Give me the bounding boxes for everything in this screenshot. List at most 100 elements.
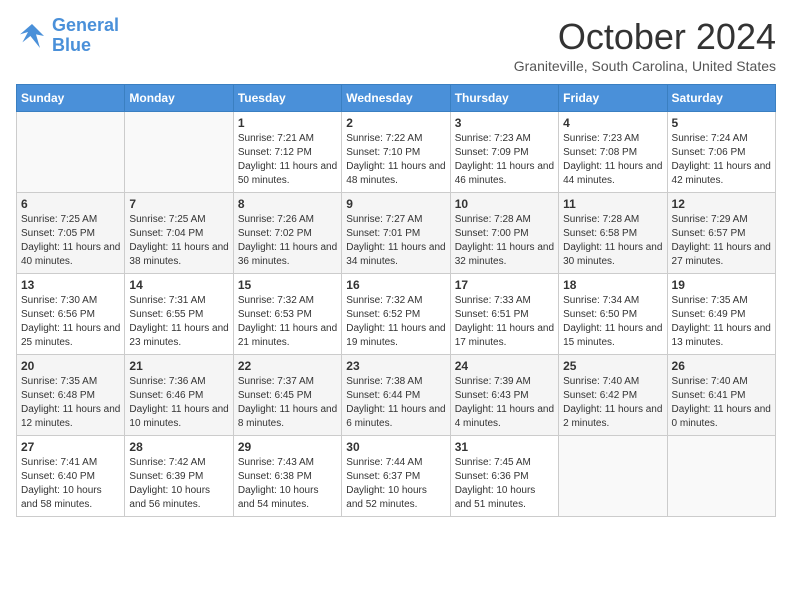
calendar-cell: 4 Sunrise: 7:23 AM Sunset: 7:08 PM Daylig… [559,112,667,193]
calendar-week-row: 20 Sunrise: 7:35 AM Sunset: 6:48 PM Dayli… [17,355,776,436]
cell-content: Sunrise: 7:27 AM Sunset: 7:01 PM Dayligh… [346,213,445,269]
day-number: 25 [563,359,662,373]
day-of-week-header: Wednesday [342,85,450,112]
calendar-cell: 31Sunrise: 7:45 AM Sunset: 6:36 PM Dayli… [450,436,558,517]
calendar-cell: 24 Sunrise: 7:39 AM Sunset: 6:43 PM Dayli… [450,355,558,436]
cell-content: Sunrise: 7:34 AM Sunset: 6:50 PM Dayligh… [563,294,662,350]
day-number: 8 [238,197,337,211]
cell-content: Sunrise: 7:42 AM Sunset: 6:39 PM Dayligh… [129,456,228,512]
day-number: 9 [346,197,445,211]
calendar-cell: 17 Sunrise: 7:33 AM Sunset: 6:51 PM Dayli… [450,274,558,355]
cell-content: Sunrise: 7:45 AM Sunset: 6:36 PM Dayligh… [455,456,554,512]
cell-content: Sunrise: 7:21 AM Sunset: 7:12 PM Dayligh… [238,132,337,188]
day-number: 1 [238,116,337,130]
month-title: October 2024 [514,16,776,58]
cell-content: Sunrise: 7:36 AM Sunset: 6:46 PM Dayligh… [129,375,228,431]
calendar-cell: 30 Sunrise: 7:44 AM Sunset: 6:37 PM Dayli… [342,436,450,517]
calendar-cell [667,436,775,517]
cell-content: Sunrise: 7:23 AM Sunset: 7:09 PM Dayligh… [455,132,554,188]
calendar-cell: 20 Sunrise: 7:35 AM Sunset: 6:48 PM Dayli… [17,355,125,436]
day-number: 28 [129,440,228,454]
day-number: 23 [346,359,445,373]
day-of-week-header: Saturday [667,85,775,112]
calendar-cell: 23 Sunrise: 7:38 AM Sunset: 6:44 PM Dayli… [342,355,450,436]
calendar-cell: 9 Sunrise: 7:27 AM Sunset: 7:01 PM Daylig… [342,193,450,274]
cell-content: Sunrise: 7:24 AM Sunset: 7:06 PM Dayligh… [672,132,771,188]
day-of-week-header: Tuesday [233,85,341,112]
day-number: 29 [238,440,337,454]
cell-content: Sunrise: 7:43 AM Sunset: 6:38 PM Dayligh… [238,456,337,512]
calendar-cell: 13 Sunrise: 7:30 AM Sunset: 6:56 PM Dayli… [17,274,125,355]
day-number: 2 [346,116,445,130]
day-number: 27 [21,440,120,454]
calendar-cell [17,112,125,193]
day-of-week-header: Monday [125,85,233,112]
calendar-cell: 16Sunrise: 7:32 AM Sunset: 6:52 PM Dayli… [342,274,450,355]
calendar-cell: 8Sunrise: 7:26 AM Sunset: 7:02 PM Daylig… [233,193,341,274]
calendar-cell: 18 Sunrise: 7:34 AM Sunset: 6:50 PM Dayli… [559,274,667,355]
day-number: 30 [346,440,445,454]
calendar-week-row: 27 Sunrise: 7:41 AM Sunset: 6:40 PM Dayli… [17,436,776,517]
cell-content: Sunrise: 7:44 AM Sunset: 6:37 PM Dayligh… [346,456,445,512]
cell-content: Sunrise: 7:39 AM Sunset: 6:43 PM Dayligh… [455,375,554,431]
calendar-cell: 22 Sunrise: 7:37 AM Sunset: 6:45 PM Dayli… [233,355,341,436]
cell-content: Sunrise: 7:29 AM Sunset: 6:57 PM Dayligh… [672,213,771,269]
calendar-cell: 1 Sunrise: 7:21 AM Sunset: 7:12 PM Daylig… [233,112,341,193]
calendar-cell [125,112,233,193]
cell-content: Sunrise: 7:40 AM Sunset: 6:41 PM Dayligh… [672,375,771,431]
day-number: 15 [238,278,337,292]
day-of-week-header: Sunday [17,85,125,112]
cell-content: Sunrise: 7:37 AM Sunset: 6:45 PM Dayligh… [238,375,337,431]
cell-content: Sunrise: 7:33 AM Sunset: 6:51 PM Dayligh… [455,294,554,350]
day-number: 3 [455,116,554,130]
cell-content: Sunrise: 7:41 AM Sunset: 6:40 PM Dayligh… [21,456,120,512]
calendar-cell: 12 Sunrise: 7:29 AM Sunset: 6:57 PM Dayli… [667,193,775,274]
logo: General Blue [16,16,119,56]
day-number: 12 [672,197,771,211]
day-number: 17 [455,278,554,292]
day-number: 13 [21,278,120,292]
cell-content: Sunrise: 7:25 AM Sunset: 7:05 PM Dayligh… [21,213,120,269]
day-number: 5 [672,116,771,130]
calendar-cell: 19 Sunrise: 7:35 AM Sunset: 6:49 PM Dayli… [667,274,775,355]
day-number: 22 [238,359,337,373]
calendar-week-row: 1 Sunrise: 7:21 AM Sunset: 7:12 PM Daylig… [17,112,776,193]
day-number: 19 [672,278,771,292]
calendar-cell: 11Sunrise: 7:28 AM Sunset: 6:58 PM Dayli… [559,193,667,274]
calendar-cell [559,436,667,517]
day-of-week-header: Thursday [450,85,558,112]
calendar-body: 1 Sunrise: 7:21 AM Sunset: 7:12 PM Daylig… [17,112,776,517]
cell-content: Sunrise: 7:32 AM Sunset: 6:53 PM Dayligh… [238,294,337,350]
cell-content: Sunrise: 7:25 AM Sunset: 7:04 PM Dayligh… [129,213,228,269]
cell-content: Sunrise: 7:35 AM Sunset: 6:48 PM Dayligh… [21,375,120,431]
calendar-cell: 21Sunrise: 7:36 AM Sunset: 6:46 PM Dayli… [125,355,233,436]
calendar-cell: 25Sunrise: 7:40 AM Sunset: 6:42 PM Dayli… [559,355,667,436]
calendar-cell: 14Sunrise: 7:31 AM Sunset: 6:55 PM Dayli… [125,274,233,355]
cell-content: Sunrise: 7:35 AM Sunset: 6:49 PM Dayligh… [672,294,771,350]
calendar-cell: 5 Sunrise: 7:24 AM Sunset: 7:06 PM Daylig… [667,112,775,193]
day-of-week-header: Friday [559,85,667,112]
calendar-cell: 2Sunrise: 7:22 AM Sunset: 7:10 PM Daylig… [342,112,450,193]
cell-content: Sunrise: 7:30 AM Sunset: 6:56 PM Dayligh… [21,294,120,350]
calendar-cell: 10Sunrise: 7:28 AM Sunset: 7:00 PM Dayli… [450,193,558,274]
cell-content: Sunrise: 7:28 AM Sunset: 7:00 PM Dayligh… [455,213,554,269]
cell-content: Sunrise: 7:23 AM Sunset: 7:08 PM Dayligh… [563,132,662,188]
day-number: 16 [346,278,445,292]
calendar-cell: 15 Sunrise: 7:32 AM Sunset: 6:53 PM Dayli… [233,274,341,355]
day-number: 14 [129,278,228,292]
page-header: General Blue October 2024 Graniteville, … [16,16,776,74]
calendar-week-row: 13 Sunrise: 7:30 AM Sunset: 6:56 PM Dayli… [17,274,776,355]
day-number: 6 [21,197,120,211]
day-number: 18 [563,278,662,292]
logo-icon [16,20,48,52]
cell-content: Sunrise: 7:28 AM Sunset: 6:58 PM Dayligh… [563,213,662,269]
day-number: 26 [672,359,771,373]
calendar-cell: 6 Sunrise: 7:25 AM Sunset: 7:05 PM Daylig… [17,193,125,274]
day-number: 20 [21,359,120,373]
day-number: 24 [455,359,554,373]
location-text: Graniteville, South Carolina, United Sta… [514,58,776,74]
day-number: 4 [563,116,662,130]
calendar-cell: 7Sunrise: 7:25 AM Sunset: 7:04 PM Daylig… [125,193,233,274]
cell-content: Sunrise: 7:38 AM Sunset: 6:44 PM Dayligh… [346,375,445,431]
logo-text: General Blue [52,16,119,56]
